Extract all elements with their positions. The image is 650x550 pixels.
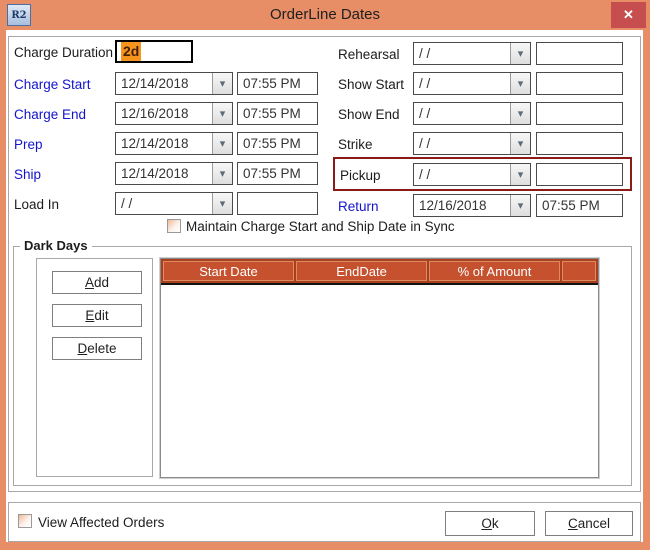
- charge-duration-value: 2d: [121, 42, 141, 61]
- charge-start-label: Charge Start: [14, 77, 91, 92]
- prep-time-field[interactable]: 07:55 PM: [237, 132, 318, 155]
- pickup-label: Pickup: [340, 168, 381, 183]
- close-icon[interactable]: ✕: [611, 2, 646, 28]
- load-in-date-value: / /: [116, 193, 212, 214]
- prep-date-value: 12/14/2018: [116, 133, 212, 154]
- sync-checkbox-label: Maintain Charge Start and Ship Date in S…: [186, 219, 455, 234]
- charge-start-time-field[interactable]: 07:55 PM: [237, 72, 318, 95]
- rehearsal-date-value: / /: [414, 43, 510, 64]
- ok-button-label: Ok: [481, 516, 498, 531]
- column-header-filler: [562, 261, 596, 281]
- return-time-field[interactable]: 07:55 PM: [536, 194, 623, 217]
- delete-button[interactable]: Delete: [52, 337, 142, 360]
- cancel-button-label: Cancel: [568, 516, 610, 531]
- show-end-date-value: / /: [414, 103, 510, 124]
- add-button[interactable]: Add: [52, 271, 142, 294]
- strike-label: Strike: [338, 137, 373, 152]
- column-header-start-date[interactable]: Start Date: [163, 261, 294, 281]
- column-header-end-date[interactable]: EndDate: [296, 261, 427, 281]
- chevron-down-icon[interactable]: ▾: [510, 164, 530, 185]
- show-end-label: Show End: [338, 107, 400, 122]
- charge-end-date-value: 12/16/2018: [116, 103, 212, 124]
- charge-start-date-dropdown[interactable]: 12/14/2018 ▾: [115, 72, 233, 95]
- pickup-date-dropdown[interactable]: / / ▾: [413, 163, 531, 186]
- charge-end-time-field[interactable]: 07:55 PM: [237, 102, 318, 125]
- charge-duration-label: Charge Duration: [14, 45, 113, 60]
- rehearsal-time-field[interactable]: [536, 42, 623, 65]
- load-in-time-field[interactable]: [237, 192, 318, 215]
- window-title: OrderLine Dates: [0, 0, 650, 30]
- charge-start-date-value: 12/14/2018: [116, 73, 212, 94]
- view-affected-orders-label: View Affected Orders: [38, 515, 164, 530]
- charge-duration-input[interactable]: 2d: [115, 40, 193, 63]
- show-start-date-value: / /: [414, 73, 510, 94]
- prep-label: Prep: [14, 137, 43, 152]
- charge-end-label: Charge End: [14, 107, 86, 122]
- sync-checkbox[interactable]: [167, 219, 181, 233]
- add-button-label: Add: [85, 275, 109, 290]
- title-bar[interactable]: R2 OrderLine Dates ✕: [0, 0, 650, 30]
- rehearsal-label: Rehearsal: [338, 47, 400, 62]
- show-start-time-field[interactable]: [536, 72, 623, 95]
- orderline-dates-dialog: R2 OrderLine Dates ✕ Charge Duration 2d …: [0, 0, 650, 550]
- ship-label: Ship: [14, 167, 41, 182]
- ship-time-field[interactable]: 07:55 PM: [237, 162, 318, 185]
- chevron-down-icon[interactable]: ▾: [212, 193, 232, 214]
- rehearsal-date-dropdown[interactable]: / / ▾: [413, 42, 531, 65]
- prep-date-dropdown[interactable]: 12/14/2018 ▾: [115, 132, 233, 155]
- show-end-date-dropdown[interactable]: / / ▾: [413, 102, 531, 125]
- view-affected-orders-checkbox[interactable]: [18, 514, 32, 528]
- dark-days-group-label: Dark Days: [20, 238, 92, 253]
- edit-button[interactable]: Edit: [52, 304, 142, 327]
- cancel-button[interactable]: Cancel: [545, 511, 633, 536]
- return-date-value: 12/16/2018: [414, 195, 510, 216]
- table-header-row: Start Date EndDate % of Amount: [161, 259, 598, 285]
- show-start-label: Show Start: [338, 77, 404, 92]
- pickup-time-field[interactable]: [536, 163, 623, 186]
- delete-button-label: Delete: [77, 341, 116, 356]
- chevron-down-icon[interactable]: ▾: [212, 133, 232, 154]
- table-body[interactable]: [161, 285, 598, 477]
- chevron-down-icon[interactable]: ▾: [212, 73, 232, 94]
- return-date-dropdown[interactable]: 12/16/2018 ▾: [413, 194, 531, 217]
- column-header-percent-of-amount[interactable]: % of Amount: [429, 261, 560, 281]
- ship-date-value: 12/14/2018: [116, 163, 212, 184]
- chevron-down-icon[interactable]: ▾: [510, 73, 530, 94]
- show-start-date-dropdown[interactable]: / / ▾: [413, 72, 531, 95]
- chevron-down-icon[interactable]: ▾: [212, 103, 232, 124]
- chevron-down-icon[interactable]: ▾: [212, 163, 232, 184]
- dark-days-table[interactable]: Start Date EndDate % of Amount: [160, 258, 599, 478]
- chevron-down-icon[interactable]: ▾: [510, 133, 530, 154]
- edit-button-label: Edit: [85, 308, 108, 323]
- load-in-label: Load In: [14, 197, 59, 212]
- strike-date-dropdown[interactable]: / / ▾: [413, 132, 531, 155]
- strike-time-field[interactable]: [536, 132, 623, 155]
- chevron-down-icon[interactable]: ▾: [510, 43, 530, 64]
- ship-date-dropdown[interactable]: 12/14/2018 ▾: [115, 162, 233, 185]
- show-end-time-field[interactable]: [536, 102, 623, 125]
- load-in-date-dropdown[interactable]: / / ▾: [115, 192, 233, 215]
- chevron-down-icon[interactable]: ▾: [510, 195, 530, 216]
- strike-date-value: / /: [414, 133, 510, 154]
- return-label: Return: [338, 199, 379, 214]
- chevron-down-icon[interactable]: ▾: [510, 103, 530, 124]
- ok-button[interactable]: Ok: [445, 511, 535, 536]
- charge-end-date-dropdown[interactable]: 12/16/2018 ▾: [115, 102, 233, 125]
- pickup-date-value: / /: [414, 164, 510, 185]
